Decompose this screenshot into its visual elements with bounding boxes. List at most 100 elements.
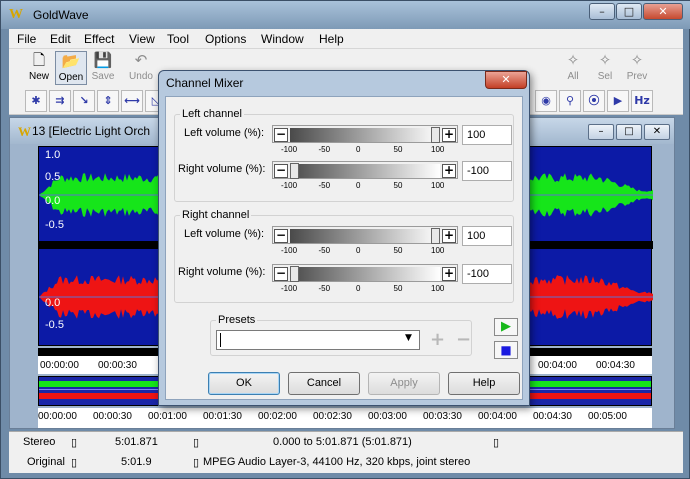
new-button[interactable]: 🗋 New <box>23 51 55 85</box>
overview-time-tick: 00:03:00 <box>368 411 407 422</box>
scale-tick-label: 50 <box>393 181 403 190</box>
app-titlebar[interactable]: W GoldWave – □ ✕ <box>1 1 690 29</box>
lc-left-volume-input[interactable]: 100 <box>462 125 512 145</box>
menu-file[interactable]: File <box>17 32 36 46</box>
slider-thumb[interactable] <box>290 163 299 179</box>
slider-track <box>290 164 440 178</box>
remove-preset-button[interactable]: − <box>456 329 471 350</box>
open-button[interactable]: 📂 Open <box>55 51 87 85</box>
slider-increase-button[interactable]: + <box>442 267 456 281</box>
sel-label: Sel <box>597 71 613 82</box>
lc-left-volume-scale: -100 -50 0 50 100 <box>272 145 458 155</box>
slider-decrease-button[interactable]: − <box>274 128 288 142</box>
slider-decrease-button[interactable]: − <box>274 267 288 281</box>
dialog-body: Left channel Left volume (%): − + 100 -1… <box>165 96 523 400</box>
menu-view[interactable]: View <box>129 32 155 46</box>
doc-close-button[interactable]: ✕ <box>644 124 670 140</box>
text-caret <box>220 333 221 347</box>
chevron-down-icon[interactable]: ▼ <box>405 333 412 343</box>
select-all-button[interactable]: ✧ All <box>557 51 589 85</box>
rc-right-volume-label: Right volume (%): <box>178 266 266 278</box>
slider-decrease-button[interactable]: − <box>274 229 288 243</box>
status-separator-icon: ▯ <box>193 437 200 449</box>
effect-play-icon[interactable]: ▶ <box>607 90 629 112</box>
presets-dropdown[interactable]: ▼ <box>216 330 420 350</box>
overview-time-tick: 00:04:30 <box>533 411 572 422</box>
effect-fade-icon[interactable]: ↘ <box>73 90 95 112</box>
slider-decrease-button[interactable]: − <box>274 164 288 178</box>
menu-window[interactable]: Window <box>261 32 304 46</box>
undo-icon: ↶ <box>134 52 148 69</box>
scale-tick-label: 100 <box>431 246 445 255</box>
status-original-label: Original <box>27 456 65 468</box>
rc-left-volume-label: Left volume (%): <box>184 228 265 240</box>
status-selection: 0.000 to 5:01.871 (5:01.871) <box>273 436 412 448</box>
ok-button[interactable]: OK <box>208 372 280 395</box>
rc-right-volume-slider[interactable]: − + <box>272 264 458 282</box>
scale-tick-label: -100 <box>281 145 298 154</box>
save-label: Save <box>91 71 115 82</box>
menu-help[interactable]: Help <box>319 32 344 46</box>
select-button[interactable]: ✧ Sel <box>589 51 621 85</box>
dialog-title: Channel Mixer <box>166 76 244 90</box>
stop-preview-button[interactable]: ■ <box>494 341 518 359</box>
effect-echo-icon[interactable]: ⇉ <box>49 90 71 112</box>
select-all-icon: ✧ <box>566 52 580 69</box>
slider-thumb[interactable] <box>431 127 440 143</box>
save-button[interactable]: 💾 Save <box>87 51 119 85</box>
previous-button[interactable]: ✧ Prev <box>621 51 653 85</box>
menubar: File Edit Effect View Tool Options Windo… <box>9 29 683 49</box>
status-separator-icon: ▯ <box>493 437 500 449</box>
apply-button[interactable]: Apply <box>368 372 440 395</box>
menu-effect[interactable]: Effect <box>84 32 114 46</box>
lc-right-volume-slider[interactable]: − + <box>272 161 458 179</box>
rc-right-volume-input[interactable]: -100 <box>462 264 512 284</box>
help-button[interactable]: Help <box>448 372 520 395</box>
menu-edit[interactable]: Edit <box>50 32 71 46</box>
effect-record-icon[interactable]: ◉ <box>535 90 557 112</box>
scale-tick-label: -100 <box>281 284 298 293</box>
scale-tick-label: -50 <box>318 284 331 293</box>
effect-stretch-icon[interactable]: ⟷ <box>121 90 143 112</box>
overview-time-tick: 00:00:00 <box>38 411 77 422</box>
slider-increase-button[interactable]: + <box>442 128 456 142</box>
effect-doppler-icon[interactable]: ✱ <box>25 90 47 112</box>
slider-increase-button[interactable]: + <box>442 164 456 178</box>
play-preview-button[interactable]: ▶ <box>494 318 518 336</box>
lc-left-volume-slider[interactable]: − + <box>272 125 458 143</box>
app-title: GoldWave <box>33 8 89 22</box>
overview-time-tick: 00:03:30 <box>423 411 462 422</box>
maximize-button[interactable]: □ <box>616 3 642 20</box>
close-button[interactable]: ✕ <box>643 3 683 20</box>
prev-label: Prev <box>626 71 648 82</box>
add-preset-button[interactable]: + <box>430 329 445 350</box>
rc-left-volume-slider[interactable]: − + <box>272 226 458 244</box>
cancel-button[interactable]: Cancel <box>288 372 360 395</box>
menu-tool[interactable]: Tool <box>167 32 189 46</box>
scale-tick-label: 50 <box>393 284 403 293</box>
minimize-button[interactable]: – <box>589 3 615 20</box>
undo-button[interactable]: ↶ Undo <box>125 51 157 85</box>
status-channel-mode: Stereo <box>23 436 56 448</box>
doc-minimize-button[interactable]: – <box>588 124 614 140</box>
slider-thumb[interactable] <box>431 228 440 244</box>
overview-ruler: 00:00:00 00:00:30 00:01:00 00:01:30 00:02:00… <box>38 408 652 428</box>
doc-maximize-button[interactable]: □ <box>616 124 642 140</box>
y-label-0: 0.0 <box>45 195 61 207</box>
lc-right-volume-input[interactable]: -100 <box>462 161 512 181</box>
rc-left-volume-input[interactable]: 100 <box>462 226 512 246</box>
y-label-neg-0-5-bottom: -0.5 <box>45 319 64 331</box>
slider-increase-button[interactable]: + <box>442 229 456 243</box>
status-format: MPEG Audio Layer-3, 44100 Hz, 320 kbps, … <box>203 456 471 468</box>
effect-filter-icon[interactable]: ⚲ <box>559 90 581 112</box>
dialog-close-button[interactable]: ✕ <box>485 71 527 89</box>
effect-flip-icon[interactable]: ⇕ <box>97 90 119 112</box>
effect-resample-icon[interactable]: Hz <box>631 90 653 112</box>
menu-options[interactable]: Options <box>205 32 246 46</box>
slider-thumb[interactable] <box>290 266 299 282</box>
channel-mixer-dialog: Channel Mixer ✕ Left channel Left volume… <box>158 70 530 406</box>
effect-marker-icon[interactable]: ⦿ <box>583 90 605 112</box>
time-tick: 00:04:00 <box>538 360 577 371</box>
y-label-0-5: 0.5 <box>45 171 61 183</box>
scale-tick-label: 0 <box>356 246 361 255</box>
